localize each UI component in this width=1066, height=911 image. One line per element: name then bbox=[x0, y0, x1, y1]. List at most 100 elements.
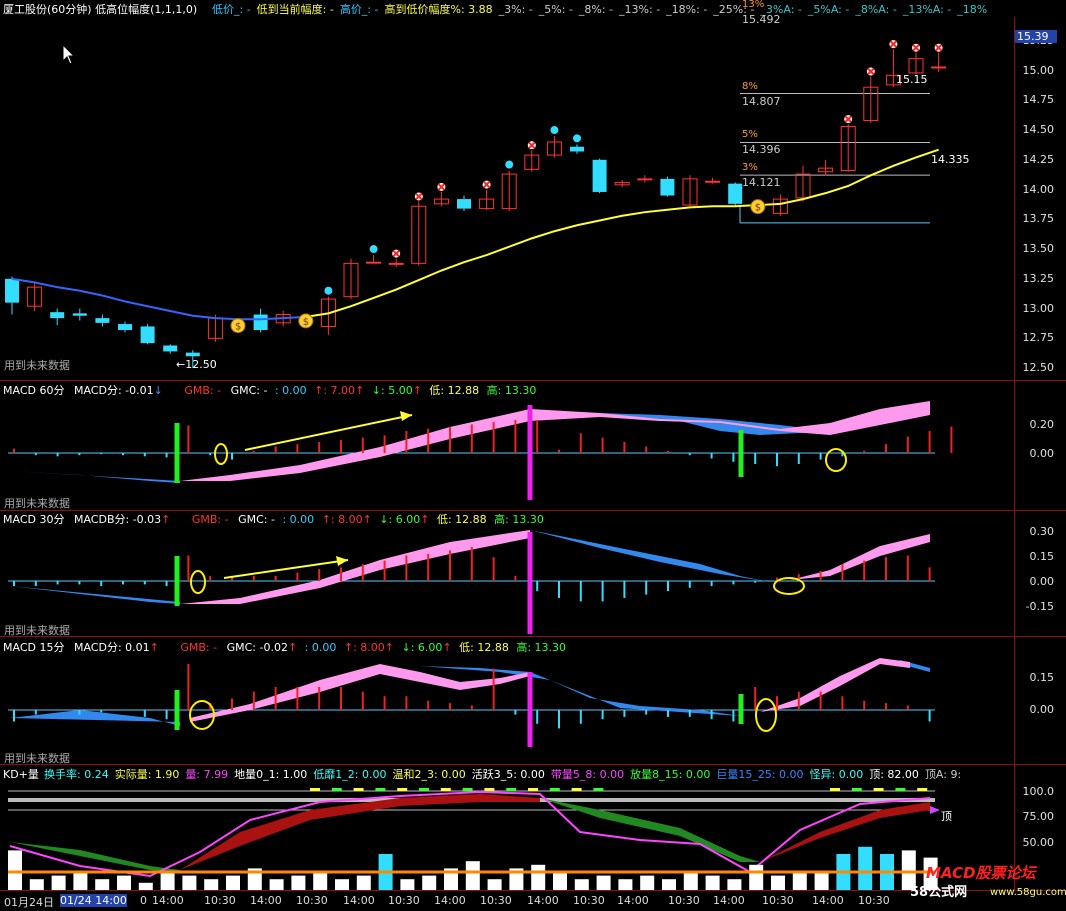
volume-category-chip bbox=[419, 788, 429, 791]
kd-ribbon-up bbox=[180, 794, 540, 870]
volume-bar bbox=[465, 861, 480, 890]
volume-bar bbox=[618, 879, 633, 890]
volume-bar bbox=[553, 872, 567, 890]
header-item: _18% bbox=[957, 3, 988, 16]
top-marker-icon bbox=[930, 806, 940, 814]
volume-bar bbox=[574, 879, 589, 890]
brand-url: www.58gu.com bbox=[990, 887, 1066, 898]
signal-dot-icon bbox=[369, 245, 378, 254]
header-item: 高价_: - bbox=[339, 3, 379, 16]
candle-body bbox=[163, 345, 178, 352]
time-axis-label: 14:00 bbox=[527, 894, 559, 907]
time-axis-label: 14:00 bbox=[434, 894, 466, 907]
header-item: _8%A: - bbox=[855, 3, 897, 16]
macd30-axis-label: -0.15 bbox=[1025, 600, 1054, 613]
panel-divider bbox=[0, 636, 1066, 637]
panel-divider bbox=[0, 380, 1066, 381]
kd-axis-label: 100.0 bbox=[1022, 785, 1055, 798]
header-item: 低到当前幅度: - bbox=[256, 3, 334, 16]
volume-bar bbox=[8, 850, 22, 890]
volume-bar bbox=[422, 875, 437, 890]
candlestick-chart[interactable]: $ $ $ bbox=[0, 17, 1014, 380]
panel-divider bbox=[0, 764, 1066, 765]
high-price-label: 15.15 bbox=[896, 73, 928, 86]
price-axis-label: 13.00 bbox=[1022, 301, 1055, 315]
volume-category-chip bbox=[593, 788, 604, 791]
time-axis-label: 01月24日 bbox=[4, 896, 54, 909]
volume-bar bbox=[487, 879, 502, 890]
price-axis-label: 13.50 bbox=[1022, 242, 1055, 256]
trend-arrow-head bbox=[400, 411, 412, 421]
price-axis-label: 14.50 bbox=[1022, 123, 1055, 137]
level-price-label: 14.396 bbox=[742, 143, 781, 157]
price-axis-label: 14.00 bbox=[1022, 182, 1055, 196]
macd30-chart[interactable] bbox=[0, 524, 1014, 636]
highlight-circle bbox=[214, 443, 228, 465]
volume-bar bbox=[269, 879, 284, 890]
header-item: _13%: - bbox=[619, 3, 661, 16]
header-item: _3%: - bbox=[498, 3, 533, 16]
volume-category-chip bbox=[528, 788, 538, 791]
macd60-chart[interactable] bbox=[0, 395, 1014, 510]
money-bag-icon: $ bbox=[303, 317, 309, 328]
volume-bar bbox=[400, 879, 415, 890]
brand-site-name: 58公式网 bbox=[910, 881, 967, 900]
volume-bar bbox=[683, 872, 698, 890]
candle-body bbox=[185, 352, 200, 357]
highlight-circle bbox=[755, 698, 777, 732]
level-percent-label: 13% bbox=[742, 0, 765, 11]
volume-category-chip bbox=[310, 788, 320, 791]
volume-bar bbox=[705, 875, 720, 890]
header-item: 低价_: - bbox=[212, 3, 251, 16]
header-item: _8%: - bbox=[578, 3, 614, 16]
time-axis-label: 0 bbox=[140, 894, 147, 907]
candle-body bbox=[728, 183, 743, 204]
trend-arrow-head bbox=[336, 556, 348, 566]
time-axis-label: 14:00 bbox=[812, 894, 844, 907]
volume-bar bbox=[662, 879, 676, 890]
time-axis-label: 10:30 bbox=[388, 894, 420, 907]
volume-bar bbox=[117, 875, 131, 890]
candle-body bbox=[592, 159, 607, 192]
volume-category-chip bbox=[484, 788, 495, 791]
time-axis-label: 01/24 14:00 bbox=[60, 894, 127, 907]
macd15-axis-label: 0.15 bbox=[1029, 671, 1055, 684]
candle-body bbox=[705, 180, 721, 183]
level-percent-label: 5% bbox=[742, 129, 758, 141]
chart-title: 厦工股份(60分钟) 低高位幅度(1,1,1,0) bbox=[3, 3, 198, 16]
macd-ribbon-down bbox=[10, 413, 830, 483]
volume-category-chip bbox=[895, 788, 906, 791]
volume-bar bbox=[291, 875, 306, 890]
header-item: 高到低价幅度%: 3.88 bbox=[384, 3, 493, 16]
candle-body bbox=[457, 199, 471, 209]
watermark: 用到未来数据 bbox=[4, 624, 70, 637]
volume-bar bbox=[771, 875, 785, 890]
brand-text: MACD股票论坛 bbox=[926, 864, 1036, 882]
kd-volume-chart[interactable] bbox=[0, 780, 1014, 890]
level-price-label: 15.492 bbox=[742, 13, 781, 26]
volume-bar bbox=[596, 875, 611, 890]
time-axis-label: 10:30 bbox=[858, 894, 890, 907]
top-marker-label: 顶 bbox=[941, 810, 952, 823]
volume-category-chip bbox=[830, 788, 840, 791]
brand-site-text: 58公式网 bbox=[910, 885, 968, 900]
volume-bar bbox=[749, 864, 764, 890]
header-indicator-values: 低价_: - 低到当前幅度: - 高价_: - 高到低价幅度%: 3.88 _3%: -… bbox=[212, 1, 993, 17]
mouse-cursor-icon bbox=[62, 44, 76, 65]
time-axis-label: 10:30 bbox=[573, 894, 605, 907]
level-percent-label: 8% bbox=[742, 80, 758, 92]
stock-chart-window: 厦工股份(60分钟) 低高位幅度(1,1,1,0) 低价_: - 低到当前幅度: … bbox=[0, 0, 1066, 911]
trend-arrow bbox=[244, 414, 413, 451]
macd15-chart[interactable] bbox=[0, 652, 1014, 764]
money-bag-icon: $ bbox=[235, 322, 241, 333]
volume-category-chip bbox=[571, 788, 582, 791]
price-axis-label: 15.00 bbox=[1022, 63, 1055, 77]
time-axis-label: 10:30 bbox=[762, 894, 794, 907]
volume-bar bbox=[814, 872, 829, 890]
volume-category-chip bbox=[353, 788, 364, 791]
signal-dot-icon bbox=[324, 286, 333, 295]
candle-body bbox=[72, 313, 87, 316]
money-bag-icon: $ bbox=[755, 203, 761, 214]
macd30-axis-label: 0.30 bbox=[1029, 525, 1055, 538]
time-axis-label: 10:30 bbox=[296, 894, 328, 907]
